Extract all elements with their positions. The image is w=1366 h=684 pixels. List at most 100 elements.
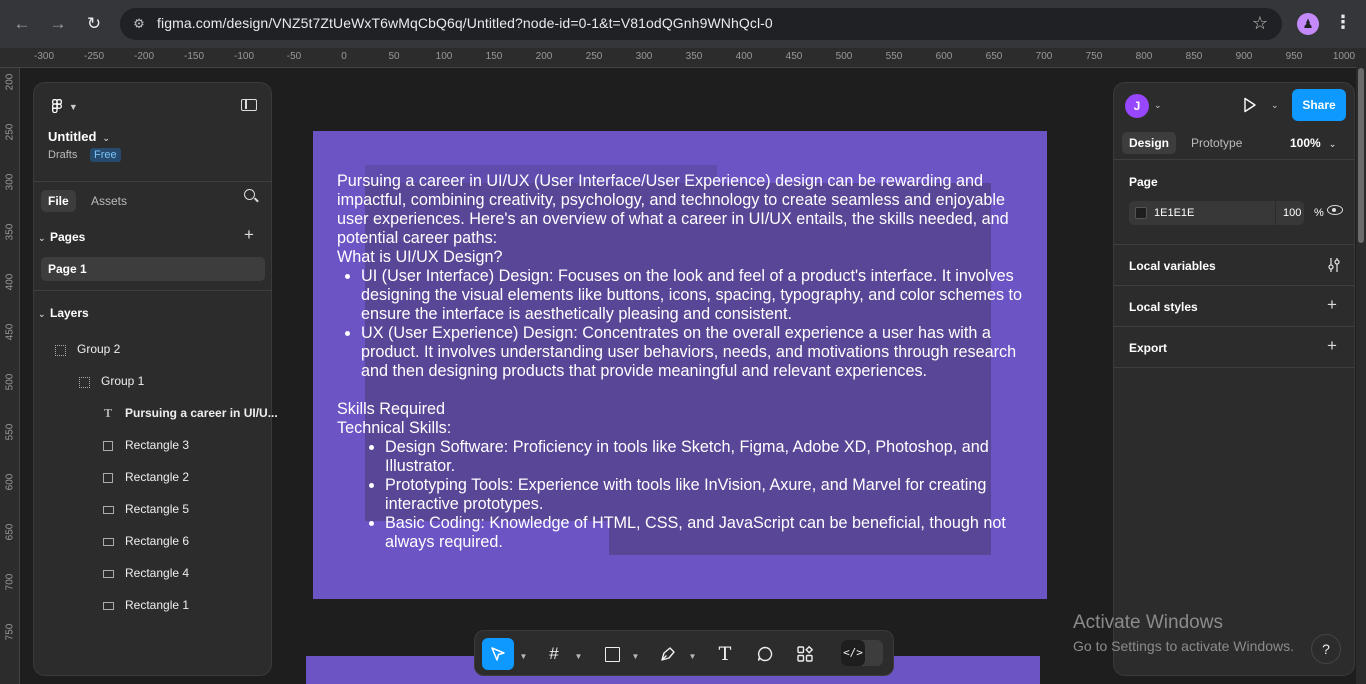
background-opacity[interactable]: 100 [1283,207,1301,219]
shape-tool[interactable] [599,638,625,670]
variables-sliders-icon[interactable] [1327,257,1341,278]
tab-design[interactable]: Design [1122,132,1177,154]
share-button[interactable]: Share [1292,89,1346,121]
chevron-down-icon: ▼ [519,652,528,661]
intro-paragraph: Pursuing a career in UI/UX (User Interfa… [337,172,1009,247]
skills-outer-list: Design Software: Proficiency in tools li… [337,438,1037,552]
ruler-tick-label: 150 [485,51,503,62]
rectangle-icon [604,647,620,663]
chevron-down-icon[interactable]: ⌄ [1271,100,1279,111]
file-header: ▼ Untitled ⌄ Drafts Free File Assets ⌄ Pag… [34,83,271,291]
user-avatar[interactable]: J [1125,94,1149,118]
add-page-icon[interactable]: + [244,225,254,245]
layer-item[interactable]: Rectangle 6 [101,534,189,554]
layer-item[interactable]: T Pursuing a career in UI/U... [101,406,278,426]
export-section[interactable]: Export + [1114,327,1354,368]
file-location[interactable]: Drafts [48,149,77,161]
page-scrollbar[interactable] [1356,48,1366,684]
layer-item[interactable]: Rectangle 3 [101,438,189,458]
left-tabs: File Assets [34,181,271,213]
rectangle-icon [101,504,115,516]
pen-tool-dropdown[interactable]: ▼ [685,638,697,670]
tab-prototype[interactable]: Prototype [1184,132,1249,154]
list-item: Prototyping Tools: Experience with tools… [385,476,1037,514]
ruler-tick-label: 250 [585,51,603,62]
text-tool[interactable]: T [712,638,738,670]
file-title-text: Untitled [48,129,97,144]
chevron-down-icon: ▼ [631,652,640,661]
chevron-down-icon: ⌄ [102,133,110,143]
reload-icon[interactable]: ↻ [83,13,105,35]
file-title[interactable]: Untitled ⌄ [48,129,110,144]
ruler-tick-label: -300 [33,51,55,62]
pages-header[interactable]: ⌄ Pages [38,230,85,244]
components-icon [797,645,814,662]
toggle-sidebar-icon[interactable] [241,99,257,111]
forward-icon[interactable]: → [47,13,69,35]
layer-item[interactable]: Group 2 [53,342,120,362]
tab-assets[interactable]: Assets [84,190,134,212]
horizontal-ruler: -300 -250 -200 -150 -100 -50 0 50 100 150 200 250 30… [0,48,1356,68]
search-icon[interactable] [244,188,255,203]
ruler-tick-label: 650 [985,51,1003,62]
figma-menu-button[interactable]: ▼ [52,97,78,114]
shape-tool-dropdown[interactable]: ▼ [628,638,640,670]
local-variables-section[interactable]: Local variables [1114,245,1354,286]
definition-list: UI (User Interface) Design: Focuses on t… [337,267,1037,381]
background-color-field[interactable]: 1E1E1E 100 % [1129,201,1324,225]
zoom-dropdown[interactable]: 100% ⌄ [1290,136,1336,150]
layer-item[interactable]: Group 1 [77,374,144,394]
ruler-tick-label: 950 [1285,51,1303,62]
vertical-ruler: 200 250 300 350 400 450 500 550 600 650 700 750 [0,68,20,684]
visibility-eye-icon[interactable] [1327,205,1343,215]
comment-tool[interactable] [752,638,778,670]
ruler-tick-label: 650 [4,523,16,541]
chevron-down-icon: ⌄ [38,309,46,319]
actions-tool[interactable] [792,638,818,670]
move-tool-dropdown[interactable]: ▼ [516,638,528,670]
dev-mode-toggle[interactable]: </> [841,640,883,666]
ruler-tick-label: 600 [935,51,953,62]
layer-label: Pursuing a career in UI/U... [125,406,278,420]
frame-tool-dropdown[interactable]: ▼ [571,638,583,670]
site-info-icon[interactable]: ⚙ [130,15,148,33]
layer-item[interactable]: Rectangle 5 [101,502,189,522]
move-tool[interactable] [482,638,514,670]
chevron-down-icon[interactable]: ⌄ [1154,100,1162,111]
add-export-icon[interactable]: + [1327,336,1337,356]
local-variables-heading: Local variables [1129,259,1216,273]
url-text[interactable]: figma.com/design/VNZ5t7ZtUeWxT6wMqCbQ6q/… [157,15,773,31]
present-play-icon[interactable] [1243,97,1257,118]
bookmark-star-icon[interactable]: ☆ [1252,13,1268,34]
ruler-tick-label: 350 [685,51,703,62]
list-item: Design Software: Proficiency in tools li… [385,438,1037,476]
layer-item[interactable]: Rectangle 1 [101,598,189,618]
list-item: UI (User Interface) Design: Focuses on t… [361,267,1037,324]
group-icon [53,344,67,356]
layers-header[interactable]: ⌄ Layers [38,306,89,320]
pen-tool[interactable] [655,638,681,670]
ruler-tick-label: 1000 [1332,51,1356,62]
background-hex[interactable]: 1E1E1E [1154,207,1194,219]
back-icon[interactable]: ← [11,13,33,35]
artboard-text-layer[interactable]: Pursuing a career in UI/UX (User Interfa… [337,172,1037,552]
profile-avatar[interactable]: ♟ [1297,13,1319,35]
scrollbar-thumb[interactable] [1358,68,1364,243]
layer-item[interactable]: Rectangle 4 [101,566,189,586]
layer-label: Group 1 [101,374,145,388]
color-swatch[interactable] [1135,207,1147,219]
help-button[interactable]: ? [1311,634,1341,664]
ruler-tick-label: 750 [4,623,16,641]
frame-tool[interactable]: # [541,638,567,670]
text-layer-icon: T [103,407,113,420]
browser-menu-icon[interactable]: ⋮ [1334,12,1352,33]
layer-label: Group 2 [77,342,121,356]
local-styles-section[interactable]: Local styles + [1114,286,1354,327]
ruler-tick-label: 400 [4,273,16,291]
tab-file[interactable]: File [41,190,76,212]
ruler-tick-label: -250 [83,51,105,62]
add-style-icon[interactable]: + [1327,295,1337,315]
layer-item[interactable]: Rectangle 2 [101,470,189,490]
address-bar[interactable]: ⚙ figma.com/design/VNZ5t7ZtUeWxT6wMqCbQ6… [120,8,1282,40]
page-item-page-1[interactable]: Page 1 [41,257,265,281]
